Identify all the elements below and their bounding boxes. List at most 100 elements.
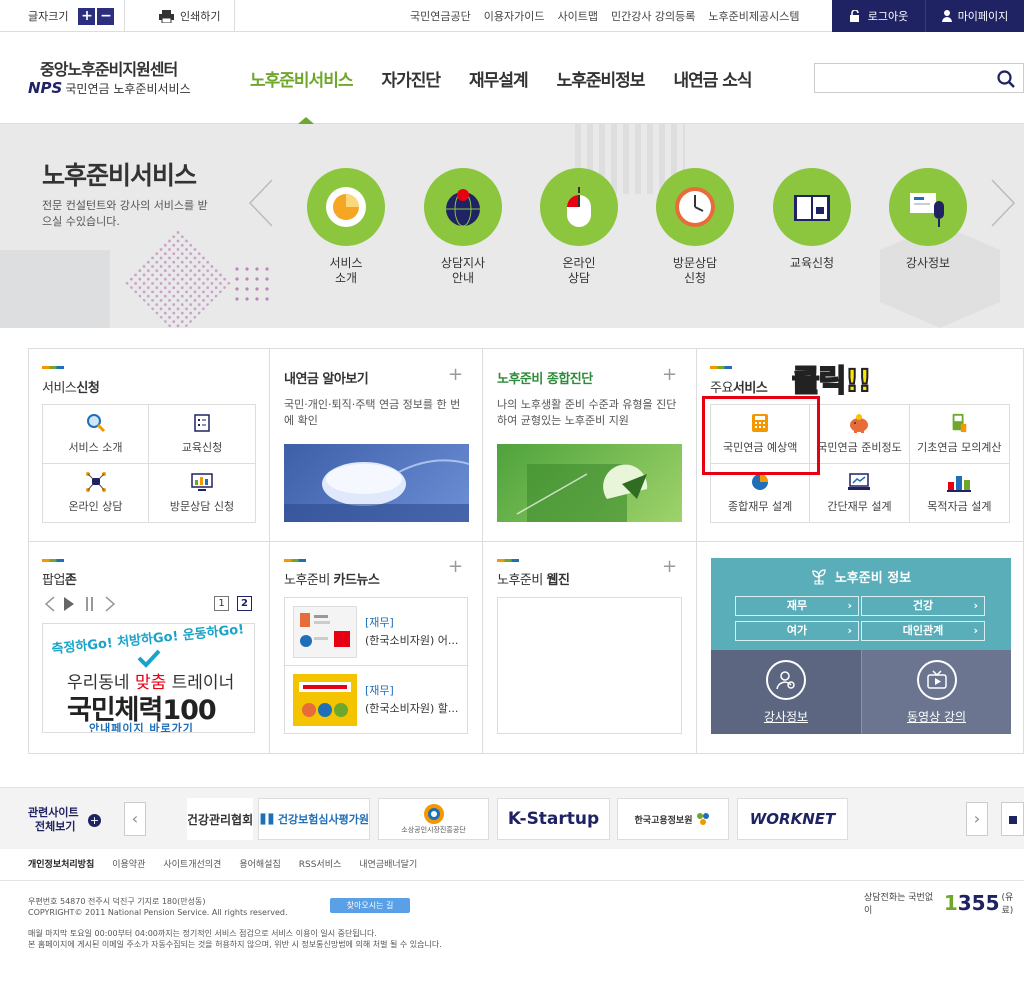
- popup-page-1[interactable]: 1: [214, 596, 229, 611]
- toplink-sitemap[interactable]: 사이트맵: [557, 8, 597, 24]
- service-intro-link[interactable]: 서비스 소개: [43, 405, 149, 464]
- play-icon[interactable]: [62, 596, 76, 612]
- lock-icon: [849, 10, 859, 22]
- video-lecture-link[interactable]: 동영상 강의: [861, 650, 1011, 734]
- popup-controls: [44, 596, 116, 612]
- hero-next-arrow-icon[interactable]: [990, 178, 1016, 228]
- hero-instructor-info[interactable]: 강사정보: [888, 168, 968, 271]
- monitor-chart-icon: [191, 473, 213, 492]
- search-input[interactable]: [815, 64, 995, 92]
- directions-button[interactable]: 찾아오시는 길: [330, 898, 410, 913]
- diagnosis-title[interactable]: 노후준비 종합진단: [497, 368, 593, 387]
- nav-self-diagnosis[interactable]: 자가진단: [381, 66, 441, 91]
- simple-finance-link[interactable]: 간단재무 설계: [810, 463, 910, 522]
- nav-retirement-service[interactable]: 노후준비서비스: [250, 66, 353, 91]
- call-label: 상담전화는 국번없이: [864, 893, 934, 916]
- toplink-nps[interactable]: 국민연금공단: [410, 8, 471, 24]
- title-bold: 카드뉴스: [333, 573, 380, 588]
- popup-banner[interactable]: 측정하Go! 처방하Go! 운동하Go! 우리동네 맞춤 트레이너 국민체력10…: [42, 623, 255, 733]
- diagnosis-more-button[interactable]: +: [662, 364, 677, 385]
- toplink-provider-system[interactable]: 노후준비제공시스템: [708, 8, 799, 24]
- site-kstartup[interactable]: K-Startup: [497, 798, 610, 840]
- info-leisure-button[interactable]: 여가: [735, 621, 859, 641]
- target-fund-link[interactable]: 목적자금 설계: [910, 464, 1009, 523]
- print-button[interactable]: 인쇄하기: [145, 0, 236, 32]
- search-icon[interactable]: [997, 70, 1015, 88]
- related-next-button[interactable]: ›: [966, 802, 988, 836]
- site-hira[interactable]: 건강보험심사평가원: [258, 798, 370, 840]
- related-stop-button[interactable]: [1001, 802, 1024, 836]
- grid-divider: [28, 541, 1024, 542]
- toplink-instructor-register[interactable]: 민간강사 강의등록: [611, 8, 695, 24]
- info-health-button[interactable]: 건강: [861, 596, 985, 616]
- title-prefix: 팝업: [42, 573, 65, 588]
- logo-sub[interactable]: NPS 국민연금 노후준비서비스: [28, 79, 191, 97]
- hero-service-intro[interactable]: 서비스 소개: [306, 168, 386, 286]
- related-sites-label[interactable]: 관련사이트 전체보기: [28, 806, 79, 834]
- instructor-info-link[interactable]: 강사정보: [711, 650, 861, 734]
- list-item[interactable]: [재무] (한국소비자원) 어...: [285, 598, 467, 666]
- pension-readiness-link[interactable]: 국민연금 준비정도: [810, 405, 910, 464]
- footer-link-privacy[interactable]: 개인정보처리방침: [28, 857, 94, 870]
- footer-link-glossary[interactable]: 용어해설집: [239, 857, 280, 870]
- site-kahp[interactable]: 건강관리협회: [187, 798, 253, 840]
- hero-service-label: 소개: [334, 271, 358, 285]
- next-icon[interactable]: [104, 596, 116, 612]
- visit-consult-apply-link[interactable]: 방문상담 신청: [149, 464, 255, 523]
- service-apply-label: 온라인 상담: [68, 500, 123, 514]
- card-news-more-button[interactable]: +: [448, 556, 463, 577]
- list-item[interactable]: [재무] (한국소비자원) 할...: [285, 666, 467, 734]
- title-prefix: 주요: [710, 381, 733, 396]
- my-pension-title[interactable]: 내연금 알아보기: [284, 368, 369, 387]
- service-apply-grid: 서비스 소개 교육신청 온라인 상담 방문상담 신청: [42, 404, 256, 523]
- font-increase-button[interactable]: +: [78, 7, 96, 25]
- site-keis[interactable]: 한국고용정보원: [617, 798, 729, 840]
- section-color-bar: [497, 559, 519, 562]
- font-size-control: 글자크기 + −: [28, 0, 126, 32]
- network-icon: [85, 472, 106, 493]
- grid-divider: [482, 348, 483, 754]
- hero-branch-info[interactable]: 상담지사 안내: [423, 168, 503, 286]
- toplink-guide[interactable]: 이용자가이드: [484, 8, 545, 24]
- webzine-preview[interactable]: [497, 597, 682, 734]
- logout-button[interactable]: 로그아웃: [832, 0, 925, 32]
- info-top-panel: 노후준비 정보 재무 건강 여가 대인관계: [711, 558, 1011, 650]
- info-relationship-button[interactable]: 대인관계: [861, 621, 985, 641]
- hero-prev-arrow-icon[interactable]: [248, 178, 274, 228]
- news-thumbnail: [293, 605, 357, 658]
- logo-title[interactable]: 중앙노후준비지원센터: [40, 56, 178, 80]
- my-pension-image[interactable]: [284, 444, 469, 522]
- footer-link-banner[interactable]: 내연금배너달기: [359, 857, 417, 870]
- prev-icon[interactable]: [44, 596, 56, 612]
- font-decrease-button[interactable]: −: [97, 7, 115, 25]
- related-prev-button[interactable]: ‹: [124, 802, 146, 836]
- plus-icon[interactable]: +: [88, 814, 101, 827]
- webzine-more-button[interactable]: +: [662, 556, 677, 577]
- diagnosis-image[interactable]: [497, 444, 682, 522]
- nav-pension-news[interactable]: 내연금 소식: [673, 66, 752, 91]
- hero-visit-consult[interactable]: 방문상담 신청: [655, 168, 735, 286]
- hero-online-consult[interactable]: 온라인 상담: [539, 168, 619, 286]
- nav-retirement-info[interactable]: 노후준비정보: [557, 66, 646, 91]
- footer-link-terms[interactable]: 이용약관: [112, 857, 145, 870]
- basic-pension-calc-link[interactable]: 기초연금 모의계산: [909, 405, 1009, 464]
- hero-education-apply[interactable]: 교육신청: [772, 168, 852, 271]
- logo-subtitle: 국민연금 노후준비서비스: [65, 81, 191, 96]
- hero-service-label: 상담: [567, 271, 591, 285]
- info-finance-button[interactable]: 재무: [735, 596, 859, 616]
- hero-service-label: 교육신청: [789, 256, 835, 270]
- popup-page-2[interactable]: 2: [237, 596, 252, 611]
- online-consult-link[interactable]: 온라인 상담: [43, 463, 149, 522]
- footer-link-rss[interactable]: RSS서비스: [299, 857, 342, 870]
- my-pension-more-button[interactable]: +: [448, 364, 463, 385]
- pause-icon[interactable]: [84, 596, 96, 612]
- user-search-icon: [766, 660, 806, 700]
- nav-financial-plan[interactable]: 재무설계: [469, 66, 529, 91]
- footer-link-feedback[interactable]: 사이트개선의견: [163, 857, 221, 870]
- site-worknet[interactable]: WORKNET: [737, 798, 848, 840]
- site-semas[interactable]: 소상공인시장진흥공단: [378, 798, 489, 840]
- education-apply-link[interactable]: 교육신청: [149, 405, 255, 464]
- mypage-button[interactable]: 마이페이지: [925, 0, 1024, 32]
- money-bags-icon: [947, 475, 972, 492]
- section-color-bar: [284, 559, 306, 562]
